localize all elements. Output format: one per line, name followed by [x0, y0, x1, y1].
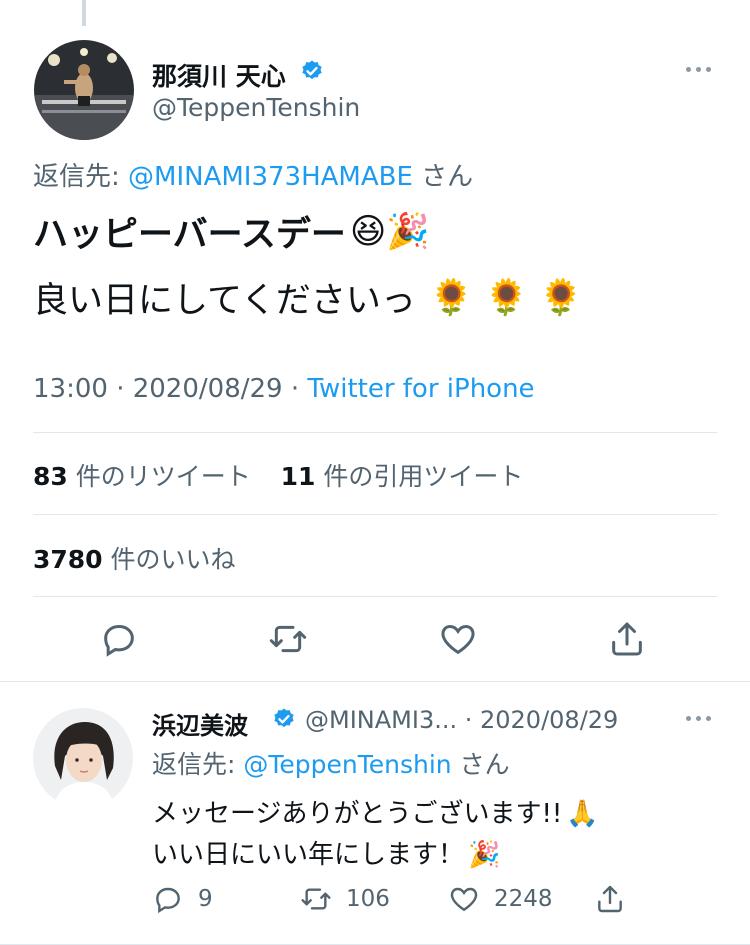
tweet-meta: 13:00 · 2020/08/29 · Twitter for iPhone — [33, 374, 535, 404]
display-name[interactable]: 浜辺美波 — [152, 706, 248, 741]
more-options-icon[interactable] — [686, 67, 711, 72]
emoji-party-popper: 🎉 — [468, 840, 501, 870]
divider — [0, 681, 750, 682]
reply-icon[interactable] — [99, 619, 139, 659]
reply-count: 9 — [198, 886, 213, 912]
reply-text-line-1: メッセージありがとうございます!! 🙏 — [152, 793, 599, 830]
retweet-count: 83 — [33, 462, 68, 491]
avatar[interactable] — [33, 708, 133, 808]
share-action[interactable] — [594, 883, 626, 915]
tweet-source-link[interactable]: Twitter for iPhone — [307, 374, 534, 404]
retweet-icon[interactable] — [268, 619, 308, 659]
retweet-icon — [301, 888, 331, 910]
verified-badge-icon — [272, 707, 296, 731]
tweet-text-line-2: 良い日にしてくださいっ 🌻 🌻 🌻 — [33, 272, 583, 323]
reply-to-prefix: 返信先: — [33, 162, 129, 192]
reply-to-suffix: さん — [451, 750, 510, 779]
reply-to-prefix: 返信先: — [152, 750, 244, 779]
reply-text: いい日にいい年にします！ — [152, 840, 465, 870]
reply-to: 返信先: @TeppenTenshin さん — [152, 745, 510, 781]
reply-action[interactable]: 9 — [152, 883, 213, 915]
verified-badge-icon — [300, 59, 324, 83]
divider — [33, 514, 717, 515]
tweet-text: ハッピーバースデー — [33, 215, 346, 255]
like-stats[interactable]: 3780 件のいいね — [33, 540, 236, 576]
tweet-text: 良い日にしてくださいっ — [33, 281, 416, 321]
reply-icon — [156, 887, 180, 914]
retweet-stats[interactable]: 83 件のリツイート 11 件の引用ツイート — [33, 457, 523, 493]
quote-count: 11 — [280, 462, 316, 491]
retweet-count: 106 — [346, 886, 390, 912]
heart-icon[interactable] — [438, 619, 478, 659]
retweet-label: 件のリツイート — [67, 462, 251, 491]
display-name[interactable]: 那須川 天心 — [152, 57, 286, 93]
thread-line — [82, 0, 86, 26]
avatar[interactable] — [34, 40, 134, 140]
tweet-text-line-1: ハッピーバースデー 😆🎉 — [33, 206, 430, 257]
like-count: 3780 — [33, 545, 103, 574]
like-count: 2248 — [494, 886, 553, 912]
reply-to-link[interactable]: @TeppenTenshin — [243, 750, 451, 779]
like-label: 件のいいね — [102, 545, 236, 574]
more-options-icon[interactable] — [686, 716, 711, 721]
tweet-time[interactable]: 13:00 · 2020/08/29 · — [33, 374, 307, 404]
reply-text-line-2: いい日にいい年にします！ 🎉 — [152, 834, 500, 871]
emoji-sunflowers: 🌻 🌻 🌻 — [429, 278, 583, 318]
divider — [33, 432, 717, 433]
reply-to-link[interactable]: @MINAMI373HAMABE — [128, 162, 413, 192]
emoji-laugh-party: 😆🎉 — [349, 212, 430, 252]
reply-to-suffix: さん — [412, 162, 474, 192]
heart-icon — [450, 887, 478, 912]
handle-and-date[interactable]: @MINAMI3... · 2020/08/29 — [305, 706, 618, 734]
reply-text: メッセージありがとうございます!! — [152, 799, 563, 829]
emoji-folded-hands: 🙏 — [566, 799, 599, 829]
handle[interactable]: @TeppenTenshin — [152, 93, 360, 122]
share-icon[interactable] — [607, 619, 647, 659]
reply-to: 返信先: @MINAMI373HAMABE さん — [33, 156, 473, 193]
divider — [33, 596, 717, 597]
like-action[interactable]: 2248 — [448, 883, 553, 915]
quote-label: 件の引用ツイート — [315, 462, 524, 491]
retweet-action[interactable]: 106 — [300, 883, 390, 915]
share-icon — [598, 885, 622, 913]
